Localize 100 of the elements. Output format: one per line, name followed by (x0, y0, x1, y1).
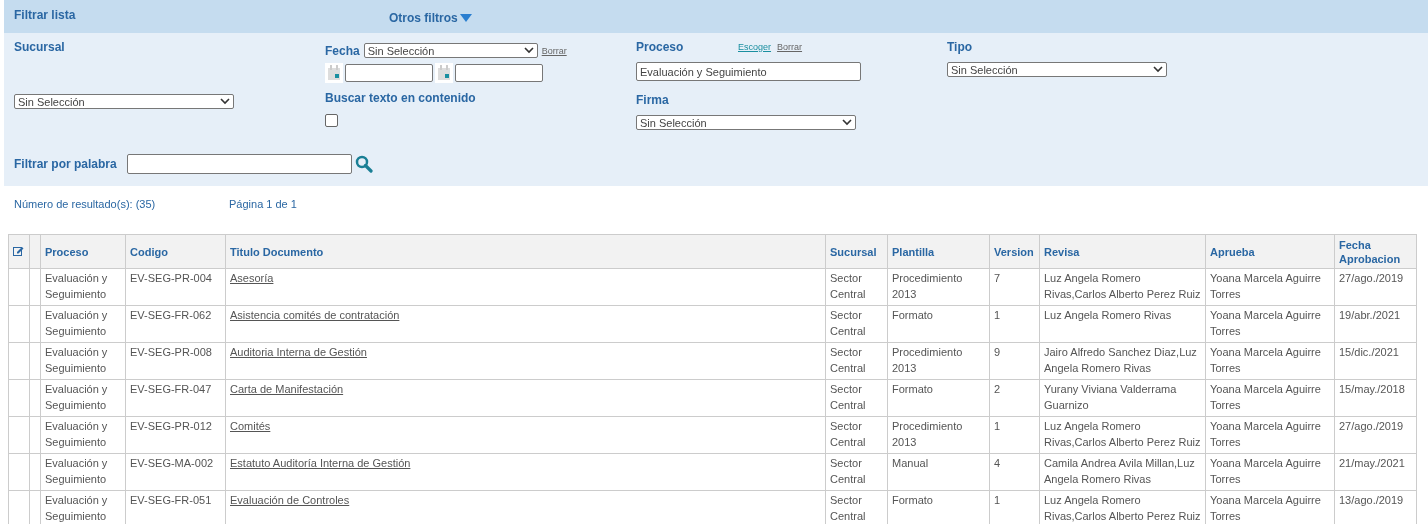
table-cell: Procedimiento 2013 (887, 268, 990, 306)
date-input[interactable] (345, 64, 433, 82)
checkbox[interactable] (325, 114, 338, 127)
page-indicator: Página 1 de 1 (229, 198, 298, 212)
table-cell: 9 (989, 342, 1040, 380)
table-cell: Manual (887, 453, 990, 491)
clear-link[interactable]: Borrar (541, 45, 567, 56)
table-cell: 21/may./2021 (1334, 453, 1417, 491)
table-cell: Procedimiento 2013 (887, 416, 990, 454)
table-cell: 1 (989, 305, 1040, 343)
column-header[interactable]: Aprueba (1205, 234, 1335, 269)
field-label: Firma (636, 93, 669, 107)
document-link[interactable]: Asistencia comités de contratación (230, 309, 400, 321)
table-cell (29, 416, 41, 454)
table-cell: Luz Angela Romero Rivas,Carlos Alberto Perez Ruiz (1039, 416, 1206, 454)
table-cell (29, 379, 41, 417)
table-cell (8, 490, 30, 524)
table-cell: Yoana Marcela Aguirre Torres (1205, 268, 1335, 306)
table-cell: 1 (989, 416, 1040, 454)
table-cell: Yoana Marcela Aguirre Torres (1205, 305, 1335, 343)
table-cell: Camila Andrea Avila Millan,Luz Angela Romero Rivas (1039, 453, 1206, 491)
table-cell: EV-SEG-PR-012 (125, 416, 226, 454)
column-header[interactable]: Plantilla (887, 234, 990, 269)
column-header[interactable]: Proceso (40, 234, 126, 269)
calendar-icon[interactable] (325, 63, 343, 83)
table-cell (8, 342, 30, 380)
table-cell: Yoana Marcela Aguirre Torres (1205, 416, 1335, 454)
table-cell: Sector Central (825, 416, 888, 454)
table-cell: 27/ago./2019 (1334, 416, 1417, 454)
panel-title: Filtrar lista (14, 8, 77, 22)
table-cell: Sector Central (825, 268, 888, 306)
table-cell: EV-SEG-FR-047 (125, 379, 226, 417)
column-header[interactable]: Fecha Aprobacion (1334, 234, 1417, 269)
field-label: Buscar texto en contenido (325, 91, 476, 105)
chevron-down-icon (220, 98, 230, 105)
result-count: Número de resultado(s): (35) (14, 198, 157, 212)
table-cell: 19/abr./2021 (1334, 305, 1417, 343)
table-cell: 27/ago./2019 (1334, 268, 1417, 306)
document-link[interactable]: Auditoria Interna de Gestión (230, 346, 367, 358)
document-link[interactable]: Asesoría (230, 272, 274, 284)
table-cell: Evaluación y Seguimiento (40, 379, 126, 417)
table-cell: Jairo Alfredo Sanchez Diaz,Luz Angela Romero Rivas (1039, 342, 1206, 380)
select-field[interactable]: Sin Selección (363, 43, 538, 58)
table-cell: Yoana Marcela Aguirre Torres (1205, 342, 1335, 380)
table-cell: EV-SEG-MA-002 (125, 453, 226, 491)
other-filters-toggle[interactable]: Otros filtros (389, 10, 472, 25)
document-link[interactable]: Estatuto Auditoría Interna de Gestión (230, 457, 411, 469)
table-cell: EV-SEG-PR-008 (125, 342, 226, 380)
table-cell: Evaluación y Seguimiento (40, 305, 126, 343)
table-cell: Procedimiento 2013 (887, 342, 990, 380)
date-input[interactable] (455, 64, 543, 82)
table-cell: Formato (887, 379, 990, 417)
column-header[interactable]: Version (989, 234, 1040, 269)
table-cell: Evaluación y Seguimiento (40, 268, 126, 306)
table-cell: Luz Angela Romero Rivas (1039, 305, 1206, 343)
table-cell: Sector Central (825, 305, 888, 343)
clear-link[interactable]: Borrar (777, 42, 803, 52)
table-cell: EV-SEG-PR-004 (125, 268, 226, 306)
column-header[interactable]: Titulo Documento (225, 234, 826, 269)
search-icon[interactable] (354, 155, 373, 173)
table-cell: 7 (989, 268, 1040, 306)
field-label: Filtrar por palabra (14, 157, 117, 171)
chevron-down-icon (523, 47, 534, 54)
table-cell (8, 379, 30, 417)
table-cell: Yurany Viviana Valderrama Guarnizo (1039, 379, 1206, 417)
column-header[interactable]: Codigo (125, 234, 226, 269)
column-header[interactable]: Sucursal (825, 234, 888, 269)
select-field[interactable]: Sin Selección (947, 62, 1167, 77)
table-cell: Formato (887, 305, 990, 343)
table-cell (8, 416, 30, 454)
document-link[interactable]: Evaluación de Controles (230, 494, 350, 506)
edit-icon[interactable] (13, 245, 24, 256)
process-field[interactable]: Evaluación y Seguimiento (636, 62, 861, 81)
table-cell (29, 342, 41, 380)
table-cell: 15/dic./2021 (1334, 342, 1417, 380)
table-cell: 4 (989, 453, 1040, 491)
field-label: Sucursal (14, 40, 65, 54)
choose-link[interactable]: Escoger (738, 42, 772, 52)
table-cell (29, 453, 41, 491)
table-cell (29, 305, 41, 343)
select-field[interactable]: Sin Selección (14, 94, 234, 109)
select-field[interactable]: Sin Selección (636, 115, 856, 130)
table-cell (29, 268, 41, 306)
column-header[interactable]: Revisa (1039, 234, 1206, 269)
table-cell: Luz Angela Romero Rivas,Carlos Alberto Perez Ruiz (1039, 268, 1206, 306)
table-cell: Sector Central (825, 342, 888, 380)
table-cell: 15/may./2018 (1334, 379, 1417, 417)
word-filter-field[interactable] (126, 154, 352, 174)
document-link[interactable]: Comités (230, 420, 271, 432)
table-cell: EV-SEG-FR-062 (125, 305, 226, 343)
table-cell: Sector Central (825, 453, 888, 491)
table-cell (8, 305, 30, 343)
field-label: Fecha (325, 43, 360, 58)
caret-down-icon (459, 13, 472, 22)
document-link[interactable]: Carta de Manifestación (230, 383, 344, 395)
calendar-icon[interactable] (435, 63, 453, 83)
table-cell: 2 (989, 379, 1040, 417)
table-cell: Evaluación y Seguimiento (40, 453, 126, 491)
table-cell: Evaluación y Seguimiento (40, 416, 126, 454)
table-cell: Sector Central (825, 379, 888, 417)
